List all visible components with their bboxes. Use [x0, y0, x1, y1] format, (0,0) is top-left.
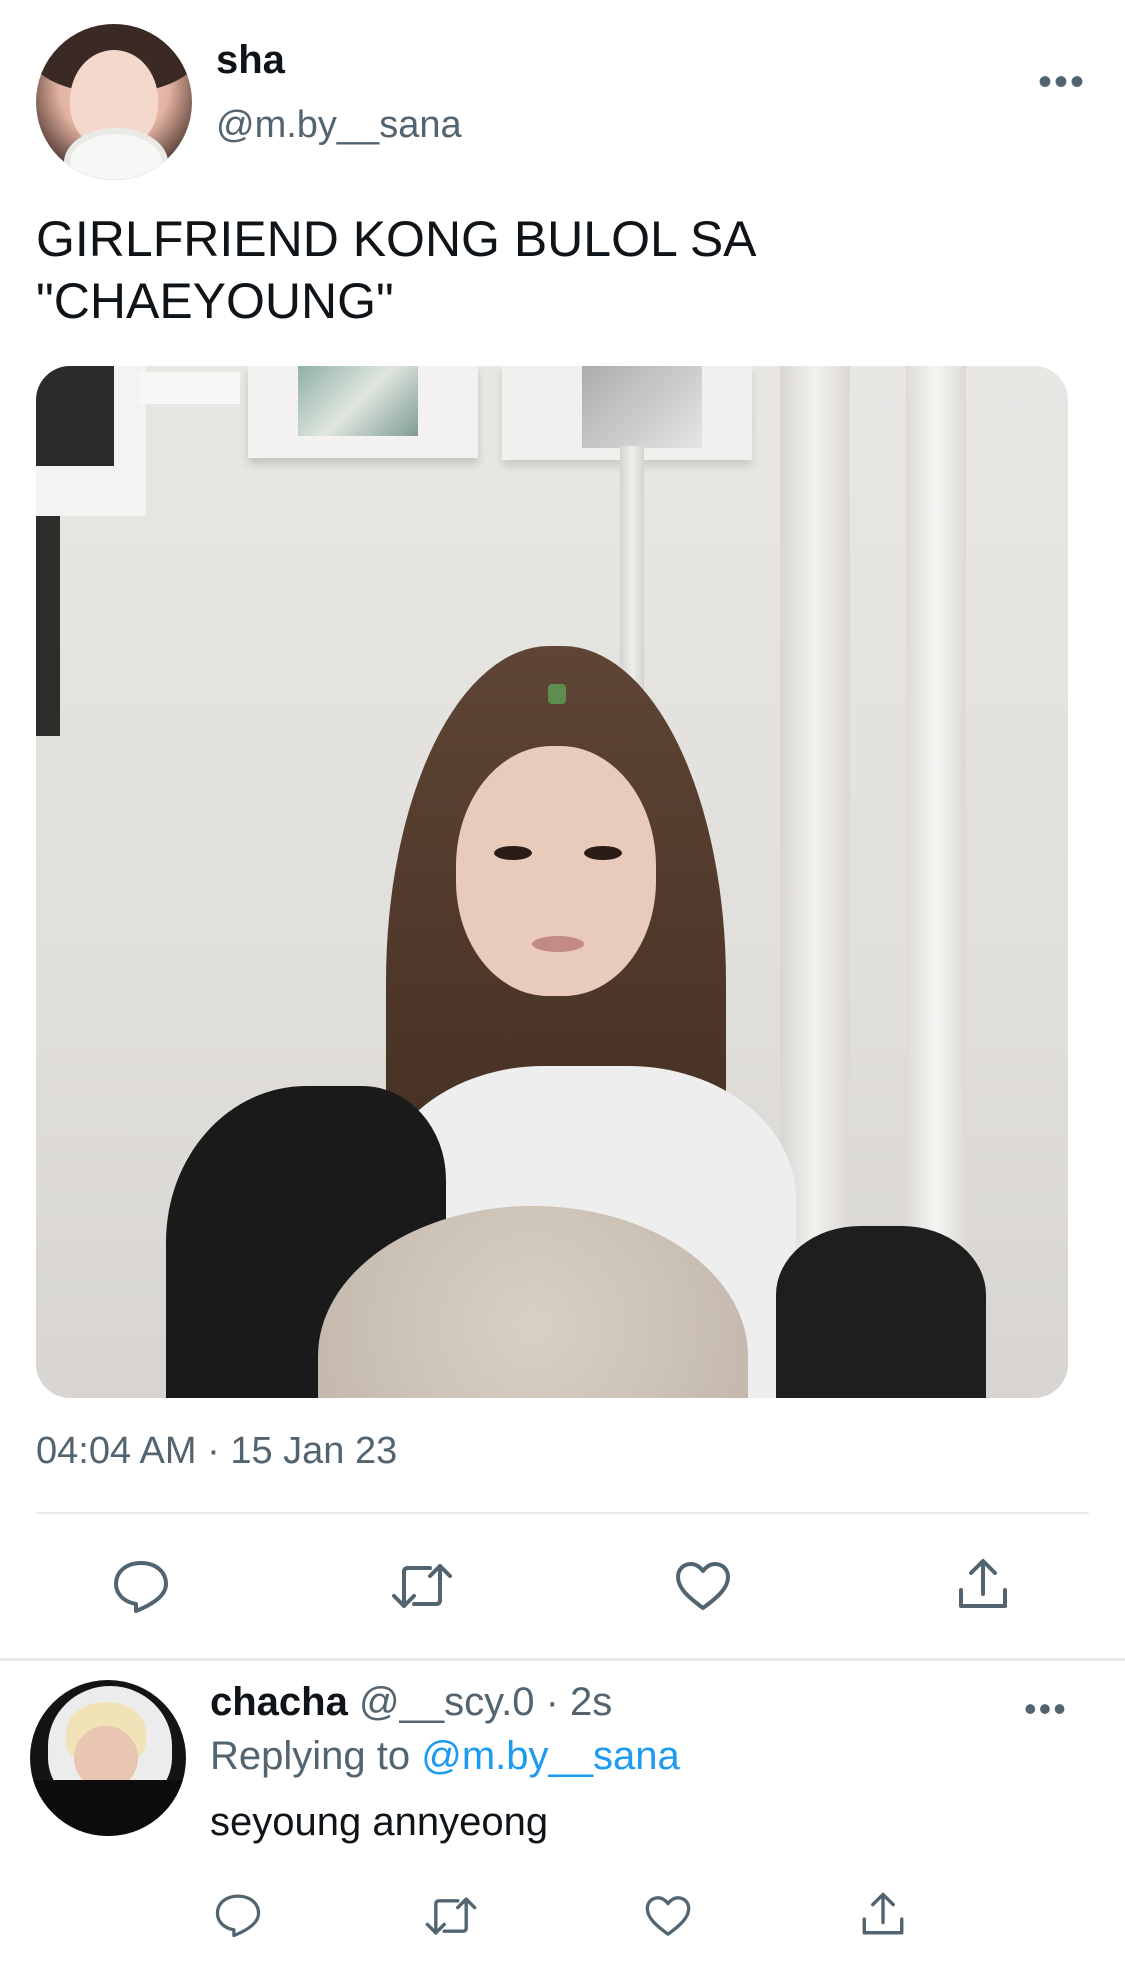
retweet-icon[interactable] — [424, 1894, 478, 1938]
share-icon[interactable] — [956, 1556, 1010, 1612]
reply-icon[interactable] — [214, 1892, 262, 1938]
tweet-timestamp: 04:04 AM · 15 Jan 23 — [36, 1430, 398, 1472]
reply-icon[interactable] — [112, 1558, 170, 1614]
tweet-text: GIRLFRIEND KONG BULOL SA "CHAEYOUNG" — [36, 211, 757, 329]
author-avatar[interactable] — [36, 24, 192, 180]
share-icon[interactable] — [860, 1890, 906, 1938]
divider — [0, 1658, 1125, 1661]
reply-action-bar — [0, 1888, 1125, 1944]
replying-mention-link[interactable]: @m.by__sana — [421, 1734, 680, 1778]
reply-author-name[interactable]: chacha — [210, 1680, 348, 1724]
divider — [36, 1512, 1089, 1514]
more-options-icon[interactable]: ••• — [1038, 60, 1086, 105]
like-icon[interactable] — [644, 1894, 692, 1938]
author-handle[interactable]: @m.by__sana — [216, 104, 462, 147]
tweet-photo[interactable] — [36, 366, 1068, 1398]
reply-header: chacha @__scy.0 · 2s — [210, 1680, 612, 1725]
replying-to: Replying to @m.by__sana — [210, 1734, 680, 1779]
retweet-icon[interactable] — [390, 1560, 454, 1612]
like-icon[interactable] — [674, 1560, 732, 1612]
reply-author-avatar[interactable] — [30, 1680, 186, 1836]
reply-text: seyoung annyeong — [210, 1800, 549, 1844]
reply-meta: @__scy.0 · 2s — [347, 1680, 613, 1724]
author-name[interactable]: sha — [216, 38, 285, 83]
replying-prefix: Replying to — [210, 1734, 422, 1778]
tweet-action-bar — [0, 1556, 1125, 1616]
reply-more-options-icon[interactable]: ••• — [1024, 1688, 1068, 1730]
